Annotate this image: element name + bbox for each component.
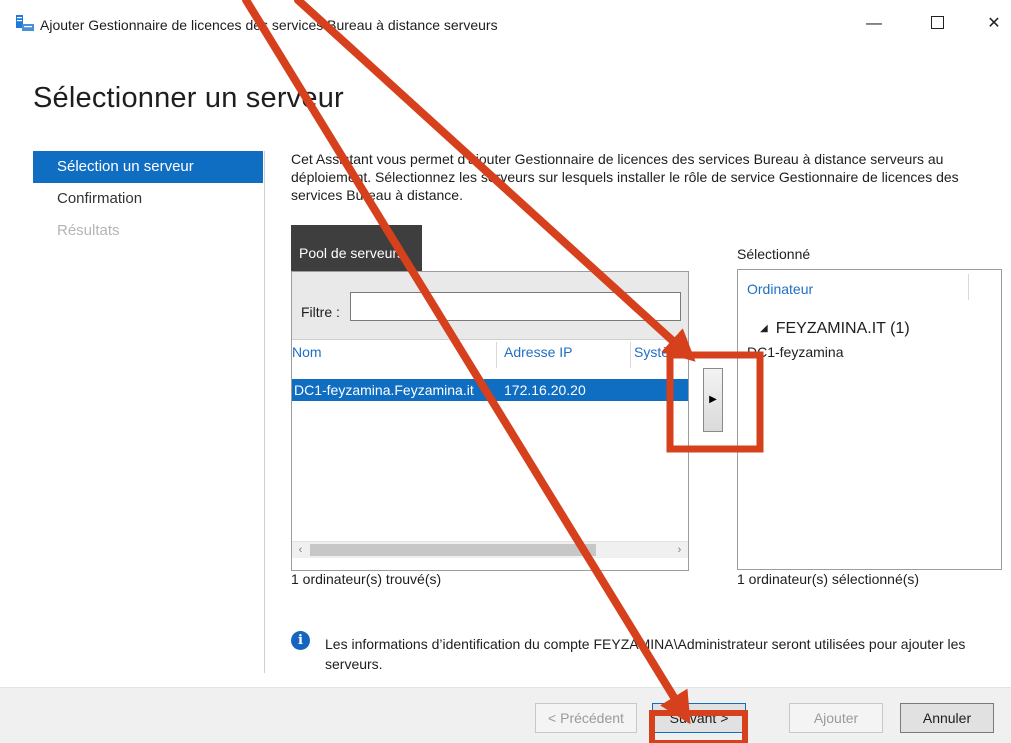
cancel-button[interactable]: Annuler	[900, 703, 994, 733]
selected-label: Sélectionné	[737, 246, 811, 262]
list-item[interactable]: DC1-feyzamina	[747, 344, 843, 360]
wizard-description: Cet Assistant vous permet d'ajouter Gest…	[291, 151, 959, 203]
column-header-computer[interactable]: Ordinateur	[747, 281, 813, 297]
scroll-left-icon[interactable]: ‹	[292, 542, 309, 558]
column-header-name[interactable]: Nom	[292, 344, 492, 366]
next-button[interactable]: Suivant >	[652, 703, 746, 733]
minimize-icon: —	[866, 15, 882, 32]
page-title: Sélectionner un serveur	[33, 82, 344, 114]
close-icon: ✕	[987, 15, 1001, 32]
selected-group[interactable]: ◢ FEYZAMINA.IT (1)	[760, 320, 910, 338]
filter-input[interactable]	[350, 292, 681, 321]
scroll-right-icon[interactable]: ›	[671, 542, 688, 558]
add-button: Ajouter	[789, 703, 883, 733]
server-pool-panel: Filtre : Nom Adresse IP Système d'exploi…	[291, 271, 689, 571]
previous-button: < Précédent	[535, 703, 637, 733]
horizontal-scrollbar[interactable]: ‹ ›	[292, 541, 688, 558]
column-header-ip[interactable]: Adresse IP	[504, 344, 628, 366]
window-title: Ajouter Gestionnaire de licences des ser…	[40, 17, 498, 33]
maximize-icon	[930, 16, 944, 29]
nav-step-confirmation[interactable]: Confirmation	[33, 183, 263, 215]
column-header-system[interactable]: Système d'exploitation	[634, 344, 686, 366]
tab-server-pool[interactable]: Pool de serveurs	[291, 225, 422, 271]
info-icon: i	[291, 631, 310, 650]
arrow-right-icon: ▶	[709, 394, 717, 405]
server-app-icon	[16, 15, 34, 31]
maximize-button[interactable]	[924, 12, 950, 36]
column-separator[interactable]	[496, 342, 497, 368]
pool-count-text: 1 ordinateur(s) trouvé(s)	[291, 571, 442, 587]
scrollbar-thumb[interactable]	[310, 544, 596, 556]
close-button[interactable]: ✕	[981, 12, 1007, 36]
nav-step-select-server[interactable]: Sélection un serveur	[33, 151, 263, 183]
info-text: Les informations d’identification du com…	[325, 636, 966, 672]
nav-divider	[264, 151, 265, 673]
minimize-button[interactable]: —	[861, 12, 887, 36]
add-to-selection-button[interactable]: ▶	[703, 368, 723, 432]
row-server-name: DC1-feyzamina.Feyzamina.it	[294, 382, 474, 398]
selected-group-label: FEYZAMINA.IT (1)	[775, 320, 910, 337]
row-ip-address: 172.16.20.20	[504, 382, 586, 398]
column-separator[interactable]	[968, 274, 969, 300]
filter-label: Filtre :	[301, 304, 340, 320]
title-bar: Ajouter Gestionnaire de licences des ser…	[0, 0, 1011, 46]
filter-area: Filtre :	[292, 272, 688, 340]
column-separator[interactable]	[630, 342, 631, 368]
selected-count-text: 1 ordinateur(s) sélectionné(s)	[737, 571, 920, 587]
selected-panel: Ordinateur ◢ FEYZAMINA.IT (1) DC1-feyzami…	[737, 269, 1002, 570]
nav-step-results: Résultats	[57, 222, 120, 239]
table-row[interactable]: DC1-feyzamina.Feyzamina.it 172.16.20.20	[292, 379, 688, 401]
wizard-footer: < Précédent Suivant > Ajouter Annuler	[0, 687, 1011, 743]
wizard-steps-nav: Sélection un serveur Confirmation Résult…	[33, 151, 263, 247]
expand-triangle-icon[interactable]: ◢	[760, 323, 768, 334]
